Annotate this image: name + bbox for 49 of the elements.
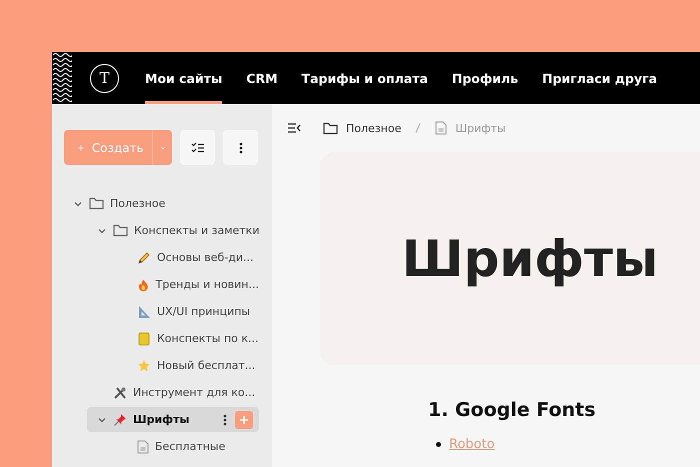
nav-tab[interactable]: Пригласи друга <box>542 52 658 104</box>
slash-separator-icon <box>415 123 422 133</box>
tree-item[interactable]: Инструмент для ко... <box>87 380 259 405</box>
nav-tab[interactable]: Профиль <box>452 52 518 104</box>
folder-icon <box>323 122 338 134</box>
folder-icon <box>89 197 104 210</box>
tree-item-label: Основы веб-ди... <box>157 251 254 264</box>
tree-item[interactable]: UX/UI принципы <box>111 299 259 324</box>
tree-item[interactable]: Шрифты <box>87 407 259 432</box>
plus-icon <box>78 142 84 152</box>
tree-item-label: Бесплатные <box>155 440 226 453</box>
tree-item[interactable]: Конспекты по к... <box>111 326 259 351</box>
checklist-button[interactable] <box>180 130 215 165</box>
tree-item[interactable]: Полезное <box>63 191 259 216</box>
document-icon <box>435 121 448 135</box>
pencil-icon <box>137 250 151 264</box>
tree-item-label: UX/UI принципы <box>157 305 250 318</box>
tree-item[interactable]: Конспекты и заметки <box>87 218 259 243</box>
tree-item-label: Шрифты <box>133 413 190 426</box>
tree-item-label: Конспекты по к... <box>157 332 259 345</box>
breadcrumb-link[interactable]: Полезное <box>346 122 402 134</box>
notebook-icon <box>137 332 151 346</box>
more-icon[interactable] <box>223 414 227 426</box>
fire-icon <box>137 278 150 292</box>
tree-item[interactable]: Бесплатные <box>111 434 259 459</box>
page-title: Шрифты <box>402 230 658 288</box>
section-heading: 1. Google Fonts <box>428 399 597 421</box>
tree-item[interactable]: Основы веб-ди... <box>111 245 259 270</box>
folder-icon <box>113 224 128 237</box>
more-icon <box>238 142 242 154</box>
tree-item-label: Инструмент для ко... <box>133 386 256 399</box>
logo[interactable]: T <box>90 64 119 92</box>
collapse-sidebar-icon[interactable] <box>288 123 301 133</box>
tree-item-label: Полезное <box>110 197 166 210</box>
tree-item-label: Новый бесплат... <box>157 359 256 372</box>
pushpin-icon <box>113 412 127 426</box>
tree-item[interactable]: Тренды и новин... <box>111 272 259 297</box>
tree-item[interactable]: Новый бесплат... <box>111 353 259 378</box>
tree-item-label: Тренды и новин... <box>156 278 259 291</box>
document-icon <box>137 440 149 454</box>
tree-item-label: Конспекты и заметки <box>134 224 260 237</box>
checklist-icon <box>190 142 204 154</box>
tools-icon <box>113 386 127 400</box>
wave-stripe-drawing <box>52 52 72 104</box>
bullet-icon <box>436 442 441 447</box>
nav-tab[interactable]: CRM <box>246 52 278 104</box>
nav-tab[interactable]: Тарифы и оплата <box>302 52 428 104</box>
triangle-ruler-icon <box>137 304 151 318</box>
star-icon <box>137 358 151 372</box>
